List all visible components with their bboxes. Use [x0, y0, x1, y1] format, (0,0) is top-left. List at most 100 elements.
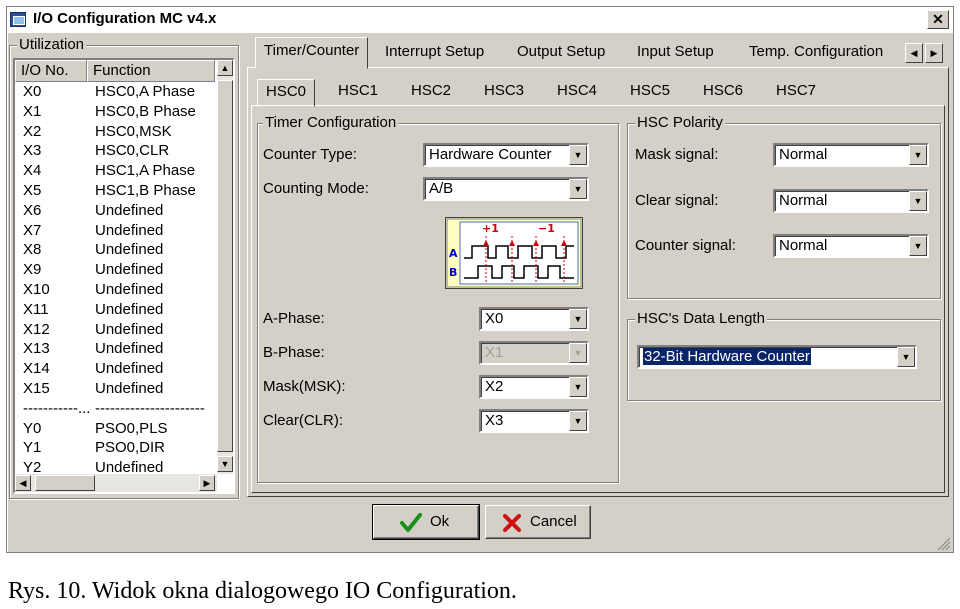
chevron-down-icon[interactable]: ▼ — [909, 191, 927, 211]
counter-signal-label: Counter signal: — [635, 237, 736, 254]
b-phase-select: X1 ▼ — [479, 341, 589, 365]
io-function: Undefined — [95, 241, 164, 259]
io-function: Undefined — [95, 300, 164, 318]
tab-hsc1[interactable]: HSC1 — [330, 79, 386, 105]
counting-mode-label: Counting Mode: — [263, 180, 369, 197]
mask-value: X2 — [485, 378, 504, 395]
list-item[interactable]: X4 HSC1,A Phase — [15, 161, 215, 181]
clear-select[interactable]: X3 ▼ — [479, 409, 589, 433]
list-item[interactable]: X0 HSC0,A Phase — [15, 82, 215, 102]
counter-type-label: Counter Type: — [263, 146, 357, 163]
io-number: X13 — [23, 340, 50, 358]
chevron-down-icon[interactable]: ▼ — [897, 347, 915, 367]
scroll-down-button[interactable]: ▼ — [217, 456, 233, 472]
list-item[interactable]: X8 Undefined — [15, 240, 215, 260]
list-item[interactable]: X2 HSC0,MSK — [15, 122, 215, 142]
list-item[interactable]: X6 Undefined — [15, 201, 215, 221]
horizontal-scrollbar[interactable]: ◀ ▶ — [15, 474, 217, 492]
app-icon — [10, 12, 26, 27]
chevron-down-icon[interactable]: ▼ — [569, 309, 587, 329]
clear-signal-select[interactable]: Normal ▼ — [773, 189, 929, 213]
column-header-function[interactable]: Function — [87, 60, 215, 82]
chevron-down-icon[interactable]: ▼ — [909, 145, 927, 165]
scroll-left-button[interactable]: ◀ — [15, 475, 31, 491]
tab-hsc3[interactable]: HSC3 — [476, 79, 532, 105]
ok-label: Ok — [430, 513, 450, 530]
chevron-down-icon[interactable]: ▼ — [569, 411, 587, 431]
io-function: Undefined — [95, 320, 164, 338]
data-length-select[interactable]: 32-Bit Hardware Counter ▼ — [637, 345, 917, 369]
tab-hsc0[interactable]: HSC0 — [257, 79, 316, 107]
counter-type-select[interactable]: Hardware Counter ▼ — [423, 143, 589, 167]
data-length-label: HSC's Data Length — [635, 310, 767, 327]
tab-scroll-left-button[interactable]: ◀ — [905, 43, 923, 63]
figure-caption: Rys. 10. Widok okna dialogowego IO Confi… — [8, 578, 517, 604]
counting-mode-select[interactable]: A/B ▼ — [423, 177, 589, 201]
tab-hsc5[interactable]: HSC5 — [622, 79, 678, 105]
tab-hsc6[interactable]: HSC6 — [695, 79, 751, 105]
tab-hsc4[interactable]: HSC4 — [549, 79, 605, 105]
tab-hsc2[interactable]: HSC2 — [403, 79, 459, 105]
chevron-down-icon[interactable]: ▼ — [569, 179, 587, 199]
io-configuration-window: I/O Configuration MC v4.x ✕ Utilization … — [6, 6, 954, 553]
list-item[interactable]: X9 Undefined — [15, 260, 215, 280]
tab-timer-counter[interactable]: Timer/Counter — [255, 37, 369, 69]
list-item[interactable]: X3 HSC0,CLR — [15, 141, 215, 161]
list-item[interactable]: X15 Undefined — [15, 379, 215, 399]
io-number: X7 — [23, 221, 42, 239]
list-item[interactable]: Y0 PSO0,PLS — [15, 419, 215, 439]
window-title: I/O Configuration MC v4.x — [33, 10, 217, 27]
io-number: X5 — [23, 182, 42, 199]
clear-signal-label: Clear signal: — [635, 192, 719, 209]
clear-label: Clear(CLR): — [263, 412, 344, 429]
vertical-scrollbar[interactable]: ▲ ▼ — [217, 60, 233, 474]
io-function: Undefined — [95, 380, 164, 397]
list-item[interactable]: X14 Undefined — [15, 359, 215, 379]
list-item[interactable]: X12 Undefined — [15, 320, 215, 340]
list-item[interactable]: X10 Undefined — [15, 280, 215, 300]
list-item[interactable]: X5 HSC1,B Phase — [15, 181, 215, 201]
tab-scroll-right-button[interactable]: ▶ — [925, 43, 943, 63]
io-number: X2 — [23, 122, 42, 140]
mask-signal-label: Mask signal: — [635, 146, 719, 163]
list-item[interactable]: X1 HSC0,B Phase — [15, 102, 215, 122]
mask-select[interactable]: X2 ▼ — [479, 375, 589, 399]
b-phase-label: B-Phase: — [263, 344, 325, 361]
plus-one-label: +1 — [482, 222, 499, 235]
io-number: X6 — [23, 201, 42, 219]
hscroll-thumb[interactable] — [35, 475, 95, 491]
scroll-up-button[interactable]: ▲ — [217, 60, 233, 76]
io-number: X0 — [23, 83, 42, 100]
ok-button[interactable]: Ok — [372, 504, 480, 540]
io-number: X8 — [23, 241, 42, 259]
cancel-x-icon — [503, 514, 521, 532]
io-number: X9 — [23, 261, 42, 279]
io-number: X1 — [23, 102, 42, 120]
counter-signal-select[interactable]: Normal ▼ — [773, 234, 929, 258]
chevron-down-icon[interactable]: ▼ — [909, 236, 927, 256]
close-button[interactable]: ✕ — [927, 10, 949, 29]
scroll-right-button[interactable]: ▶ — [199, 475, 215, 491]
io-number: X14 — [23, 360, 50, 378]
cancel-button[interactable]: Cancel — [485, 505, 591, 539]
mask-signal-select[interactable]: Normal ▼ — [773, 143, 929, 167]
cancel-label: Cancel — [530, 513, 577, 530]
utilization-rows: X0 HSC0,A Phase X1 HSC0,B Phase X2 HSC0,MSK X3… — [15, 82, 215, 492]
utilization-list[interactable]: I/O No. Function X0 HSC0,A Phase X1 HSC0,B … — [13, 58, 235, 494]
io-function: HSC0,MSK — [95, 122, 172, 140]
list-item[interactable]: X11 Undefined — [15, 300, 215, 320]
scroll-thumb[interactable] — [217, 80, 233, 452]
column-header-io-no[interactable]: I/O No. — [15, 60, 87, 82]
list-item[interactable]: X7 Undefined — [15, 221, 215, 241]
tab-hsc7[interactable]: HSC7 — [768, 79, 824, 105]
hsc-polarity-label: HSC Polarity — [635, 114, 725, 131]
io-function: Undefined — [95, 201, 164, 219]
a-phase-select[interactable]: X0 ▼ — [479, 307, 589, 331]
chevron-down-icon[interactable]: ▼ — [569, 377, 587, 397]
chevron-down-icon[interactable]: ▼ — [569, 145, 587, 165]
list-item[interactable]: -----------... ---------------------- — [15, 399, 215, 419]
list-item[interactable]: X13 Undefined — [15, 339, 215, 359]
minus-one-label: −1 — [538, 222, 555, 235]
resize-grip-icon[interactable] — [935, 535, 951, 551]
list-item[interactable]: Y1 PSO0,DIR — [15, 438, 215, 458]
